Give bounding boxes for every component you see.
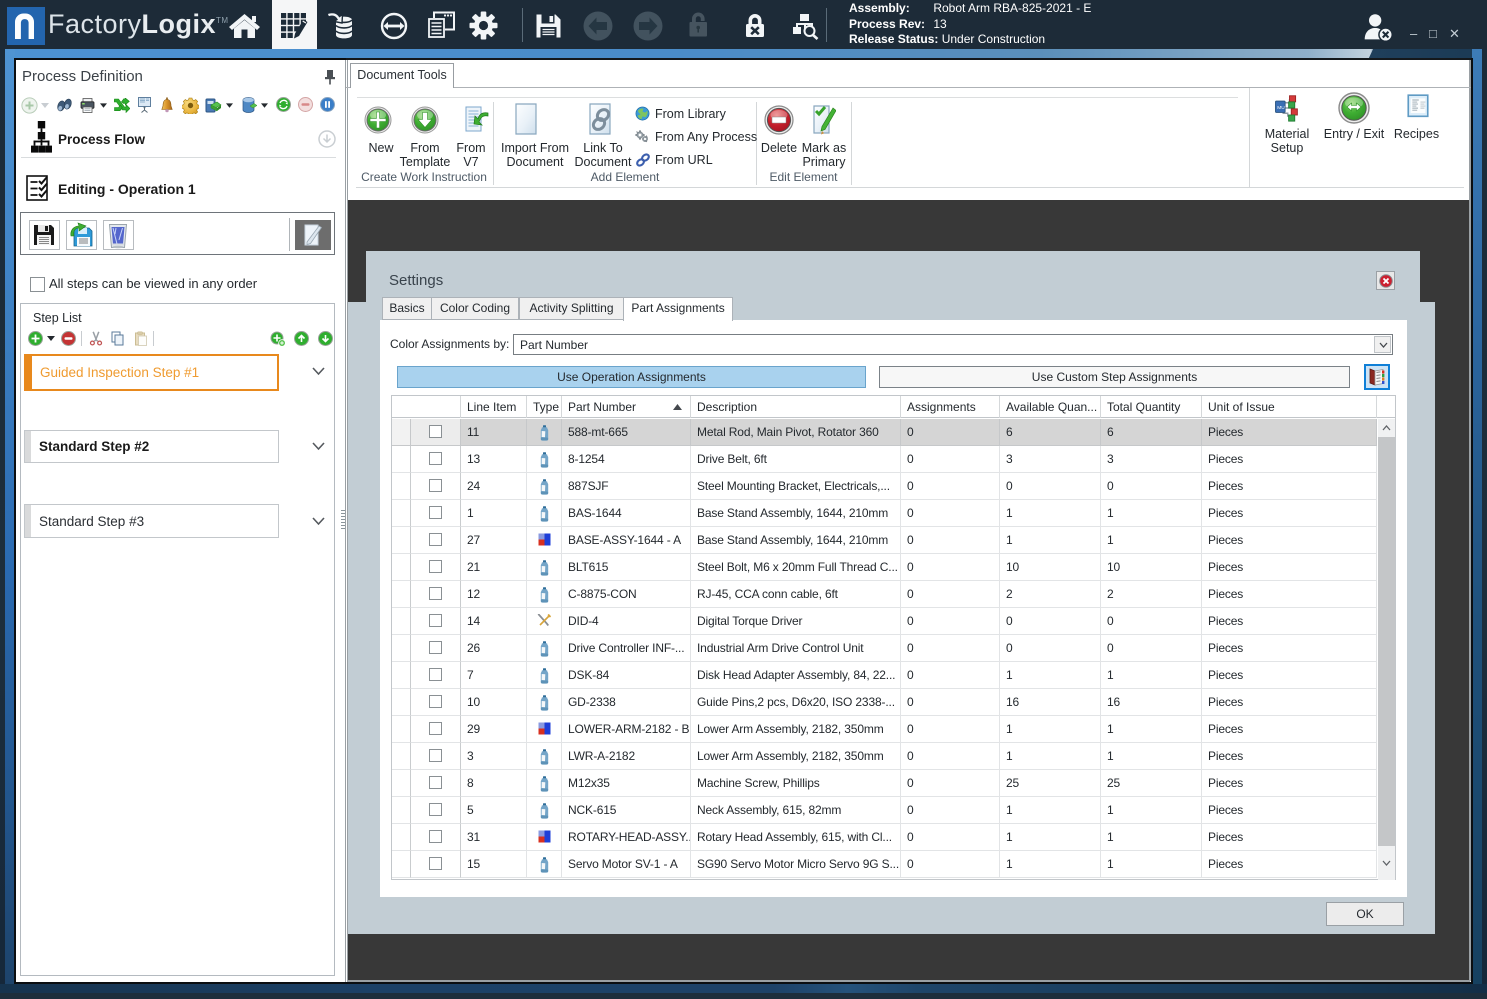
svg-text:MU: MU — [1277, 105, 1285, 111]
